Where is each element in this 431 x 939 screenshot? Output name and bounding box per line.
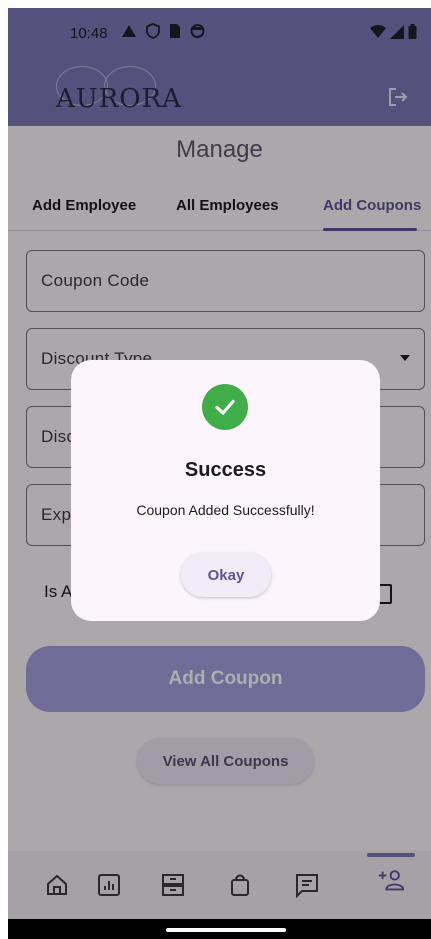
home-gesture-pill[interactable] — [166, 928, 286, 932]
success-dialog: Success Coupon Added Successfully! Okay — [71, 360, 380, 621]
dialog-title: Success — [184, 459, 267, 481]
okay-button[interactable]: Okay — [181, 553, 271, 597]
checkmark-icon — [215, 399, 235, 415]
check-circle-icon — [202, 384, 248, 430]
phone-screen: 10:48 AURORA Manage Add Employee All Emp… — [8, 8, 431, 939]
dialog-message: Coupon Added Successfully! — [136, 502, 315, 518]
gesture-area — [8, 919, 431, 939]
